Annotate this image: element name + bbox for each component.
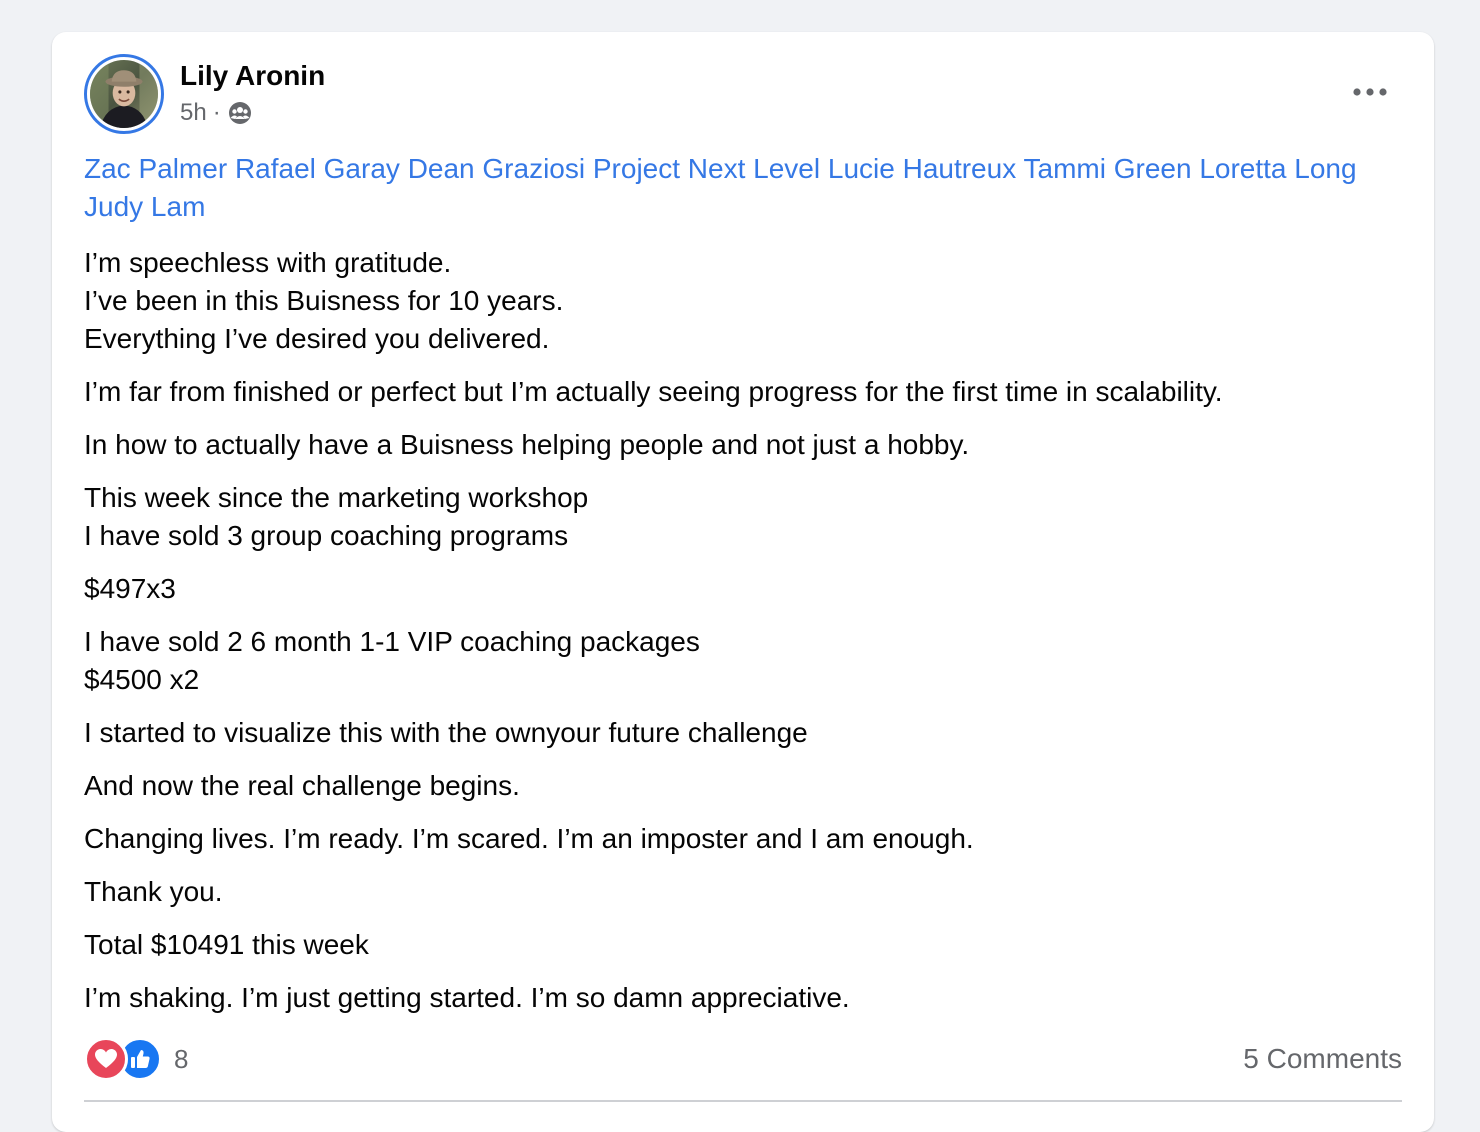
post-paragraph: I’m far from finished or perfect but I’m… bbox=[84, 373, 1404, 411]
more-horizontal-icon bbox=[1353, 88, 1387, 96]
post-text-line: I have sold 3 group coaching programs bbox=[84, 520, 569, 551]
tagged-people: Zac Palmer Rafael Garay Dean Graziosi Pr… bbox=[84, 150, 1404, 226]
tagged-person-link[interactable]: Project Next Level bbox=[593, 153, 820, 184]
post-meta: Lily Aronin 5h · bbox=[180, 56, 325, 130]
post-text-line: This week since the marketing workshop bbox=[84, 482, 589, 513]
post-text-line: I’m shaking. I’m just getting started. I… bbox=[84, 982, 850, 1013]
post-time-row: 5h · bbox=[180, 96, 325, 130]
post-footer: 8 5 Comments bbox=[84, 1037, 1402, 1081]
reaction-count: 8 bbox=[174, 1043, 189, 1074]
post-paragraph: I’m shaking. I’m just getting started. I… bbox=[84, 979, 1404, 1017]
tagged-person-link[interactable]: Dean Graziosi bbox=[408, 153, 585, 184]
tagged-person-link[interactable]: Tammi Green bbox=[1024, 153, 1192, 184]
friends-icon[interactable] bbox=[227, 100, 253, 126]
post-text-line: Everything I’ve desired you delivered. bbox=[84, 323, 550, 354]
author-avatar-ring[interactable] bbox=[84, 54, 164, 134]
post-text-line: $4500 x2 bbox=[84, 664, 200, 695]
post-text-line: Changing lives. I’m ready. I’m scared. I… bbox=[84, 823, 974, 854]
post-timestamp[interactable]: 5h bbox=[180, 96, 207, 130]
post-text-line: Thank you. bbox=[84, 876, 223, 907]
post-paragraph: $497x3 bbox=[84, 570, 1404, 608]
post-text-line: I started to visualize this with the own… bbox=[84, 717, 808, 748]
footer-divider bbox=[84, 1100, 1402, 1102]
post-paragraph: I started to visualize this with the own… bbox=[84, 714, 1404, 752]
post-text-line: In how to actually have a Buisness helpi… bbox=[84, 429, 970, 460]
post-paragraph: Total $10491 this week bbox=[84, 926, 1404, 964]
post-text-line: I’ve been in this Buisness for 10 years. bbox=[84, 285, 564, 316]
post-text-line: Total $10491 this week bbox=[84, 929, 369, 960]
tagged-person-link[interactable]: Rafael Garay bbox=[235, 153, 400, 184]
post-text-line: I’m far from finished or perfect but I’m… bbox=[84, 376, 1223, 407]
meta-separator: · bbox=[212, 99, 221, 126]
post-text-line: And now the real challenge begins. bbox=[84, 770, 520, 801]
tagged-person-link[interactable]: Zac Palmer bbox=[84, 153, 227, 184]
post-header: Lily Aronin 5h · bbox=[84, 54, 325, 138]
author-name[interactable]: Lily Aronin bbox=[180, 56, 325, 96]
love-icon bbox=[84, 1037, 128, 1081]
tagged-person-link[interactable]: Lucie Hautreux bbox=[828, 153, 1016, 184]
tagged-person-link[interactable]: Loretta Long bbox=[1199, 153, 1356, 184]
post-text-line: I have sold 2 6 month 1-1 VIP coaching p… bbox=[84, 626, 700, 657]
reactions-summary[interactable]: 8 bbox=[84, 1037, 188, 1081]
post-paragraph: Thank you. bbox=[84, 873, 1404, 911]
tagged-person-link[interactable]: Judy Lam bbox=[84, 191, 205, 222]
post-paragraph: This week since the marketing workshop I … bbox=[84, 479, 1404, 555]
post-text-line: I’m speechless with gratitude. bbox=[84, 247, 452, 278]
avatar[interactable] bbox=[90, 60, 158, 128]
post-paragraph: I’m speechless with gratitude. I’ve been … bbox=[84, 244, 1404, 358]
post-paragraph: I have sold 2 6 month 1-1 VIP coaching p… bbox=[84, 623, 1404, 699]
post-paragraph: Changing lives. I’m ready. I’m scared. I… bbox=[84, 820, 1404, 858]
post-text-line: $497x3 bbox=[84, 573, 176, 604]
post-card: Lily Aronin 5h · Zac Palmer Rafael Garay… bbox=[52, 32, 1434, 1132]
post-body: I’m speechless with gratitude. I’ve been … bbox=[84, 244, 1404, 1032]
comments-count-link[interactable]: 5 Comments bbox=[1243, 1043, 1402, 1075]
post-paragraph: In how to actually have a Buisness helpi… bbox=[84, 426, 1404, 464]
more-options-button[interactable] bbox=[1342, 72, 1398, 112]
post-paragraph: And now the real challenge begins. bbox=[84, 767, 1404, 805]
